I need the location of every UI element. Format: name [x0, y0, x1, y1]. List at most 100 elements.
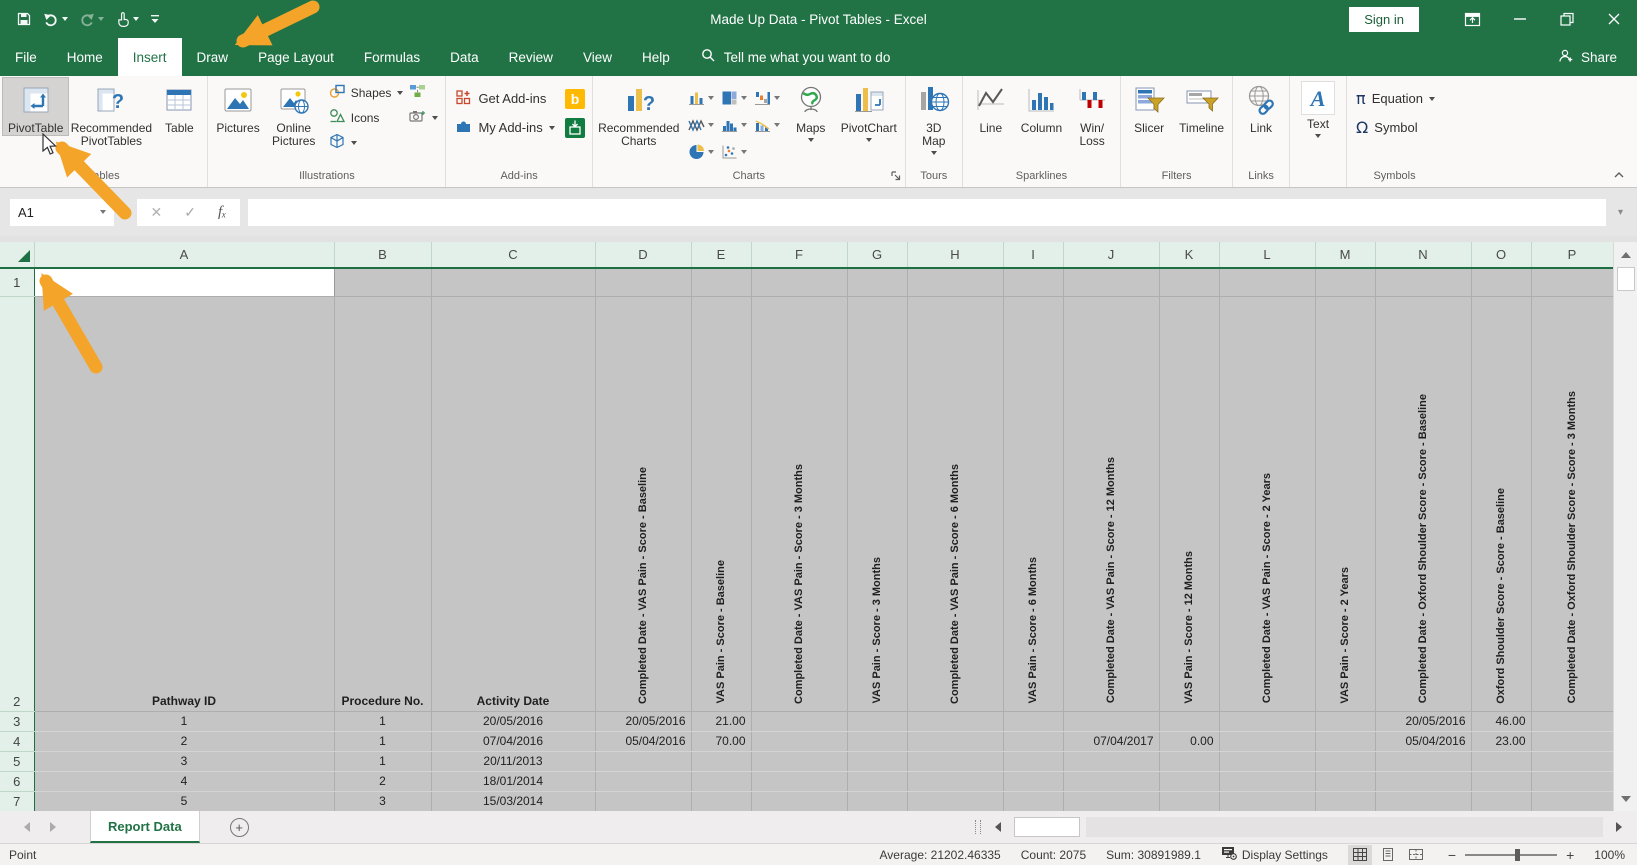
- scroll-right-icon[interactable]: [1609, 811, 1629, 843]
- row-header[interactable]: 6: [0, 771, 35, 792]
- tell-me-search[interactable]: Tell me what you want to do: [701, 38, 890, 76]
- cell[interactable]: [691, 771, 752, 792]
- column-header[interactable]: C: [431, 242, 596, 269]
- column-header[interactable]: N: [1375, 242, 1472, 269]
- cell[interactable]: [1219, 751, 1316, 772]
- cell[interactable]: [751, 791, 848, 812]
- cell[interactable]: [1063, 268, 1160, 297]
- cell[interactable]: 23.00: [1471, 731, 1532, 752]
- insert-scatter-chart-button[interactable]: [721, 138, 747, 165]
- cell[interactable]: [907, 771, 1004, 792]
- restore-button[interactable]: [1543, 0, 1590, 38]
- scroll-up-icon[interactable]: [1614, 242, 1637, 267]
- column-header[interactable]: O: [1471, 242, 1532, 269]
- next-sheet-icon[interactable]: [50, 822, 56, 832]
- my-addins-button[interactable]: My Add-ins: [455, 117, 555, 138]
- cell[interactable]: [431, 268, 596, 297]
- cell[interactable]: [1159, 268, 1220, 297]
- cell[interactable]: 3: [334, 791, 432, 812]
- timeline-button[interactable]: Timeline: [1174, 78, 1229, 135]
- cell[interactable]: 05/04/2016: [595, 731, 692, 752]
- zoom-out-button[interactable]: −: [1448, 847, 1456, 863]
- name-box[interactable]: A1: [10, 198, 114, 226]
- cancel-icon[interactable]: ✕: [151, 204, 163, 221]
- cell[interactable]: [1531, 751, 1614, 772]
- horizontal-scroll-thumb[interactable]: [1014, 817, 1080, 837]
- cell[interactable]: 20/11/2013: [431, 751, 596, 772]
- tab-draw[interactable]: Draw: [182, 38, 244, 76]
- row-header[interactable]: 2: [0, 296, 35, 712]
- cell[interactable]: 1: [334, 731, 432, 752]
- cell[interactable]: 2: [334, 771, 432, 792]
- cell[interactable]: [595, 771, 692, 792]
- enter-icon[interactable]: ✓: [184, 204, 196, 221]
- cell[interactable]: [1003, 771, 1064, 792]
- insert-statistic-chart-button[interactable]: [721, 111, 747, 138]
- cell[interactable]: Completed Date - VAS Pain - Score - 2 Ye…: [1219, 296, 1316, 712]
- cell[interactable]: [1159, 791, 1220, 812]
- cell[interactable]: [847, 711, 908, 732]
- touch-mouse-mode-button[interactable]: [115, 11, 139, 27]
- store-addin-tile[interactable]: [564, 117, 585, 138]
- cell[interactable]: [595, 268, 692, 297]
- cell[interactable]: 07/04/2016: [431, 731, 596, 752]
- save-icon[interactable]: [16, 11, 32, 27]
- cell[interactable]: [334, 268, 432, 297]
- tab-insert[interactable]: Insert: [117, 38, 182, 76]
- cell[interactable]: [1219, 771, 1316, 792]
- column-header[interactable]: A: [34, 242, 335, 269]
- column-header[interactable]: J: [1063, 242, 1160, 269]
- cell[interactable]: 15/03/2014: [431, 791, 596, 812]
- cell[interactable]: [1159, 711, 1220, 732]
- insert-line-chart-button[interactable]: [688, 111, 714, 138]
- normal-view-icon[interactable]: [1347, 844, 1372, 865]
- cell[interactable]: [1159, 751, 1220, 772]
- slicer-button[interactable]: Slicer: [1124, 78, 1174, 135]
- cell[interactable]: Completed Date - Oxford Shoulder Score -…: [1531, 296, 1614, 712]
- column-header[interactable]: G: [847, 242, 908, 269]
- column-header[interactable]: D: [595, 242, 692, 269]
- cell[interactable]: 4: [34, 771, 335, 792]
- cell[interactable]: Completed Date - VAS Pain - Score - Base…: [595, 296, 692, 712]
- screenshot-button[interactable]: [409, 107, 439, 128]
- cell[interactable]: 18/01/2014: [431, 771, 596, 792]
- close-button[interactable]: [1590, 0, 1637, 38]
- insert-function-icon[interactable]: fₓ: [218, 204, 226, 221]
- ribbon-display-options-icon[interactable]: [1449, 0, 1496, 38]
- cell[interactable]: Completed Date - VAS Pain - Score - 6 Mo…: [907, 296, 1004, 712]
- cell[interactable]: VAS Pain - Score - Baseline: [691, 296, 752, 712]
- cell[interactable]: 3: [34, 751, 335, 772]
- cell[interactable]: [1531, 791, 1614, 812]
- cell[interactable]: Completed Date - VAS Pain - Score - 12 M…: [1063, 296, 1160, 712]
- cell[interactable]: [1219, 711, 1316, 732]
- cell[interactable]: Completed Date - VAS Pain - Score - 3 Mo…: [751, 296, 848, 712]
- table-button[interactable]: Table: [154, 78, 204, 135]
- get-addins-button[interactable]: Get Add-ins: [455, 88, 554, 109]
- insert-pie-chart-button[interactable]: [688, 138, 714, 165]
- cell[interactable]: [1531, 711, 1614, 732]
- cell[interactable]: [847, 751, 908, 772]
- link-button[interactable]: Link: [1236, 78, 1286, 135]
- cell[interactable]: [907, 751, 1004, 772]
- cell[interactable]: [1375, 771, 1472, 792]
- select-all-corner[interactable]: [0, 242, 35, 269]
- cell[interactable]: 5: [34, 791, 335, 812]
- cell[interactable]: [691, 268, 752, 297]
- expand-formula-bar-icon[interactable]: ▾: [1614, 207, 1627, 218]
- zoom-slider-thumb[interactable]: [1514, 848, 1520, 861]
- cell[interactable]: 21.00: [691, 711, 752, 732]
- scroll-left-icon[interactable]: [988, 811, 1008, 843]
- vertical-scroll-thumb[interactable]: [1616, 267, 1635, 291]
- cell[interactable]: [907, 268, 1004, 297]
- share-button[interactable]: Share: [1558, 38, 1637, 76]
- cell[interactable]: [907, 791, 1004, 812]
- tab-home[interactable]: Home: [52, 38, 118, 76]
- minimize-button[interactable]: [1496, 0, 1543, 38]
- redo-button[interactable]: [79, 11, 104, 27]
- cell[interactable]: Completed Date - Oxford Shoulder Score -…: [1375, 296, 1472, 712]
- cell[interactable]: VAS Pain - Score - 3 Months: [847, 296, 908, 712]
- cell[interactable]: [1315, 751, 1376, 772]
- column-header[interactable]: I: [1003, 242, 1064, 269]
- cell[interactable]: [751, 731, 848, 752]
- cell[interactable]: [1003, 731, 1064, 752]
